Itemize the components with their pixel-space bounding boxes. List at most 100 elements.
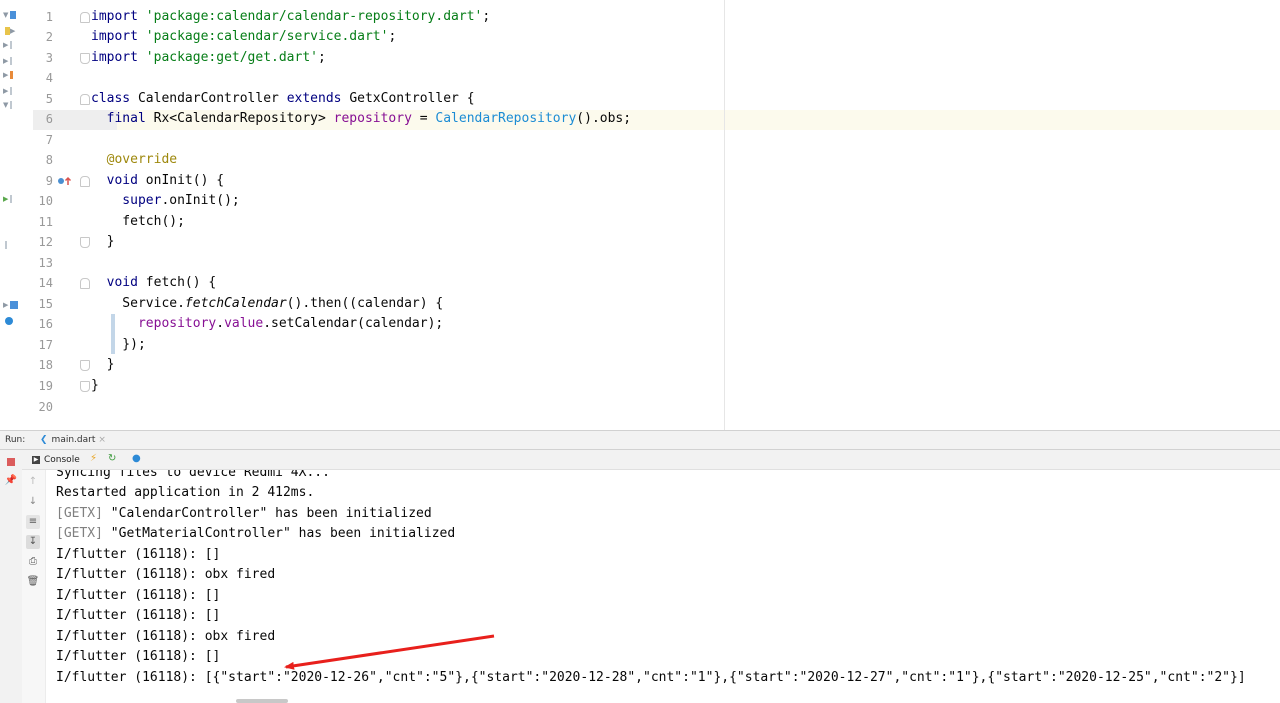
code-token: repository (91, 316, 217, 331)
code-token: .setCalendar(calendar); (263, 316, 444, 331)
tree-item[interactable] (3, 316, 13, 326)
code-token: ().obs; (576, 111, 632, 126)
scroll-to-end-icon[interactable]: ↧ (26, 535, 40, 549)
tree-item[interactable]: ▶ (3, 86, 13, 96)
code-line[interactable]: } (91, 355, 115, 375)
editor-gutter[interactable]: 1 2 3 4 5 6 7 8 9 10 11 12 13 14 15 16 1… (33, 0, 117, 430)
tree-item[interactable]: ▶ (3, 194, 13, 204)
fold-marker[interactable] (80, 12, 90, 23)
tree-item[interactable]: ▶ (3, 56, 13, 66)
console-output[interactable]: Syncing files to device Redmi 4X... Resta… (46, 470, 1280, 703)
up-arrow-icon[interactable]: ↑ (26, 475, 40, 489)
code-token: import (91, 9, 146, 24)
code-token: ; (482, 9, 491, 24)
code-line[interactable]: } (91, 232, 115, 252)
line-number: 9 (45, 174, 53, 188)
fold-marker[interactable] (80, 237, 90, 248)
code-token: @override (106, 152, 178, 167)
soft-wrap-icon[interactable]: ≡ (26, 515, 40, 529)
hot-reload-icon[interactable]: ⚡ (90, 453, 97, 464)
code-line[interactable]: repository.value.setCalendar(calendar); (91, 314, 443, 334)
code-token: fetch() { (145, 275, 217, 290)
fold-marker[interactable] (80, 53, 90, 64)
fold-marker[interactable] (80, 176, 90, 187)
code-token: super (91, 193, 162, 208)
down-arrow-icon[interactable]: ↓ (26, 495, 40, 509)
close-icon[interactable]: × (98, 435, 106, 445)
console-line: I/flutter (16118): [] (56, 545, 220, 565)
line-number: 1 (45, 10, 53, 24)
code-token: .onInit(); (161, 193, 240, 208)
code-line[interactable]: final Rx<CalendarRepository> repository … (91, 109, 631, 129)
log-text: I/flutter (16118): obx fired (56, 629, 276, 644)
console-line: I/flutter (16118): [] (56, 606, 220, 626)
trash-icon[interactable]: 🗑 (26, 575, 40, 589)
code-token: CalendarRepository (435, 111, 577, 126)
code-line[interactable]: @override (91, 150, 177, 170)
tree-item[interactable]: ▼ (3, 100, 13, 110)
console-line: I/flutter (16118): [] (56, 586, 220, 606)
code-line[interactable]: }); (91, 335, 146, 355)
override-method-icon[interactable] (57, 176, 73, 186)
code-line[interactable]: void onInit() { (91, 171, 224, 191)
console-line: I/flutter (16118): [] (56, 647, 220, 667)
code-line[interactable]: class CalendarController extends GetxCon… (91, 89, 475, 109)
hot-restart-icon[interactable]: ↻ (108, 453, 116, 464)
tree-item[interactable]: ▼ (3, 10, 17, 20)
code-token: class (91, 91, 138, 106)
code-line[interactable]: import 'package:calendar/calendar-reposi… (91, 7, 490, 27)
console-line: I/flutter (16118): obx fired (56, 565, 275, 585)
code-line[interactable]: Service.fetchCalendar().then((calendar) … (91, 294, 443, 314)
fold-marker[interactable] (80, 381, 90, 392)
devtools-icon[interactable]: ● (132, 453, 141, 464)
console-tab-label: Console (44, 455, 80, 465)
tree-item[interactable]: ▶ (3, 26, 15, 36)
pin-icon[interactable]: 📌 (4, 474, 18, 488)
line-number: 3 (45, 51, 53, 65)
log-text: I/flutter (16118): [] (56, 588, 221, 603)
code-token: ; (388, 29, 397, 44)
horizontal-scrollbar[interactable] (236, 699, 288, 703)
code-token: 'package:get/get.dart' (145, 50, 318, 65)
code-token: Rx<CalendarRepository> (153, 111, 334, 126)
console-line: [GETX] "CalendarController" has been ini… (56, 504, 432, 524)
code-line[interactable]: import 'package:calendar/service.dart'; (91, 27, 396, 47)
code-token: } (91, 357, 115, 372)
fold-marker[interactable] (80, 360, 90, 371)
console-line: Restarted application in 2 412ms. (56, 483, 314, 503)
console-line: [GETX] "GetMaterialController" has been … (56, 524, 455, 544)
code-token: . (216, 316, 225, 331)
project-structure-strip: ▼ ▶ ▶ ▶ ▶ ▶ ▼ ▶ ▶ (0, 0, 33, 430)
console-line: I/flutter (16118): obx fired (56, 627, 275, 647)
code-line[interactable]: fetch(); (91, 212, 185, 232)
tab-label: main.dart (51, 435, 96, 445)
tree-item[interactable]: ▶ (3, 300, 19, 310)
code-line[interactable]: void fetch() { (91, 273, 217, 293)
tab-console[interactable]: ▶ Console (32, 455, 80, 465)
tree-item[interactable]: ▶ (3, 40, 13, 50)
code-token: CalendarController (137, 91, 287, 106)
stop-icon[interactable] (4, 455, 18, 469)
code-editor[interactable]: ▼ ▶ ▶ ▶ ▶ ▶ ▼ ▶ ▶ 1 2 3 4 5 6 7 8 9 10 1… (0, 0, 1280, 430)
line-number: 8 (45, 153, 53, 167)
code-area[interactable]: import 'package:calendar/calendar-reposi… (91, 0, 1280, 430)
code-token: fetch(); (91, 214, 185, 229)
log-text: I/flutter (16118): [] (56, 649, 221, 664)
tree-item[interactable]: ▶ (3, 70, 14, 80)
log-text: I/flutter (16118): obx fired (56, 567, 276, 582)
code-line[interactable]: super.onInit(); (91, 191, 240, 211)
code-token: }); (91, 337, 146, 352)
line-number: 6 (45, 112, 53, 126)
console-line: Syncing files to device Redmi 4X... (56, 470, 330, 483)
code-token: import (91, 29, 146, 44)
print-icon[interactable]: ⎙ (26, 555, 40, 569)
fold-marker[interactable] (80, 278, 90, 289)
line-number: 7 (45, 133, 53, 147)
code-token: ; (317, 50, 326, 65)
tab-main-dart[interactable]: ❮ main.dart × (36, 431, 110, 450)
code-line[interactable]: } (91, 376, 99, 396)
code-token: } (91, 378, 99, 393)
code-line[interactable]: import 'package:get/get.dart'; (91, 48, 326, 68)
code-token: repository (333, 111, 412, 126)
fold-marker[interactable] (80, 94, 90, 105)
